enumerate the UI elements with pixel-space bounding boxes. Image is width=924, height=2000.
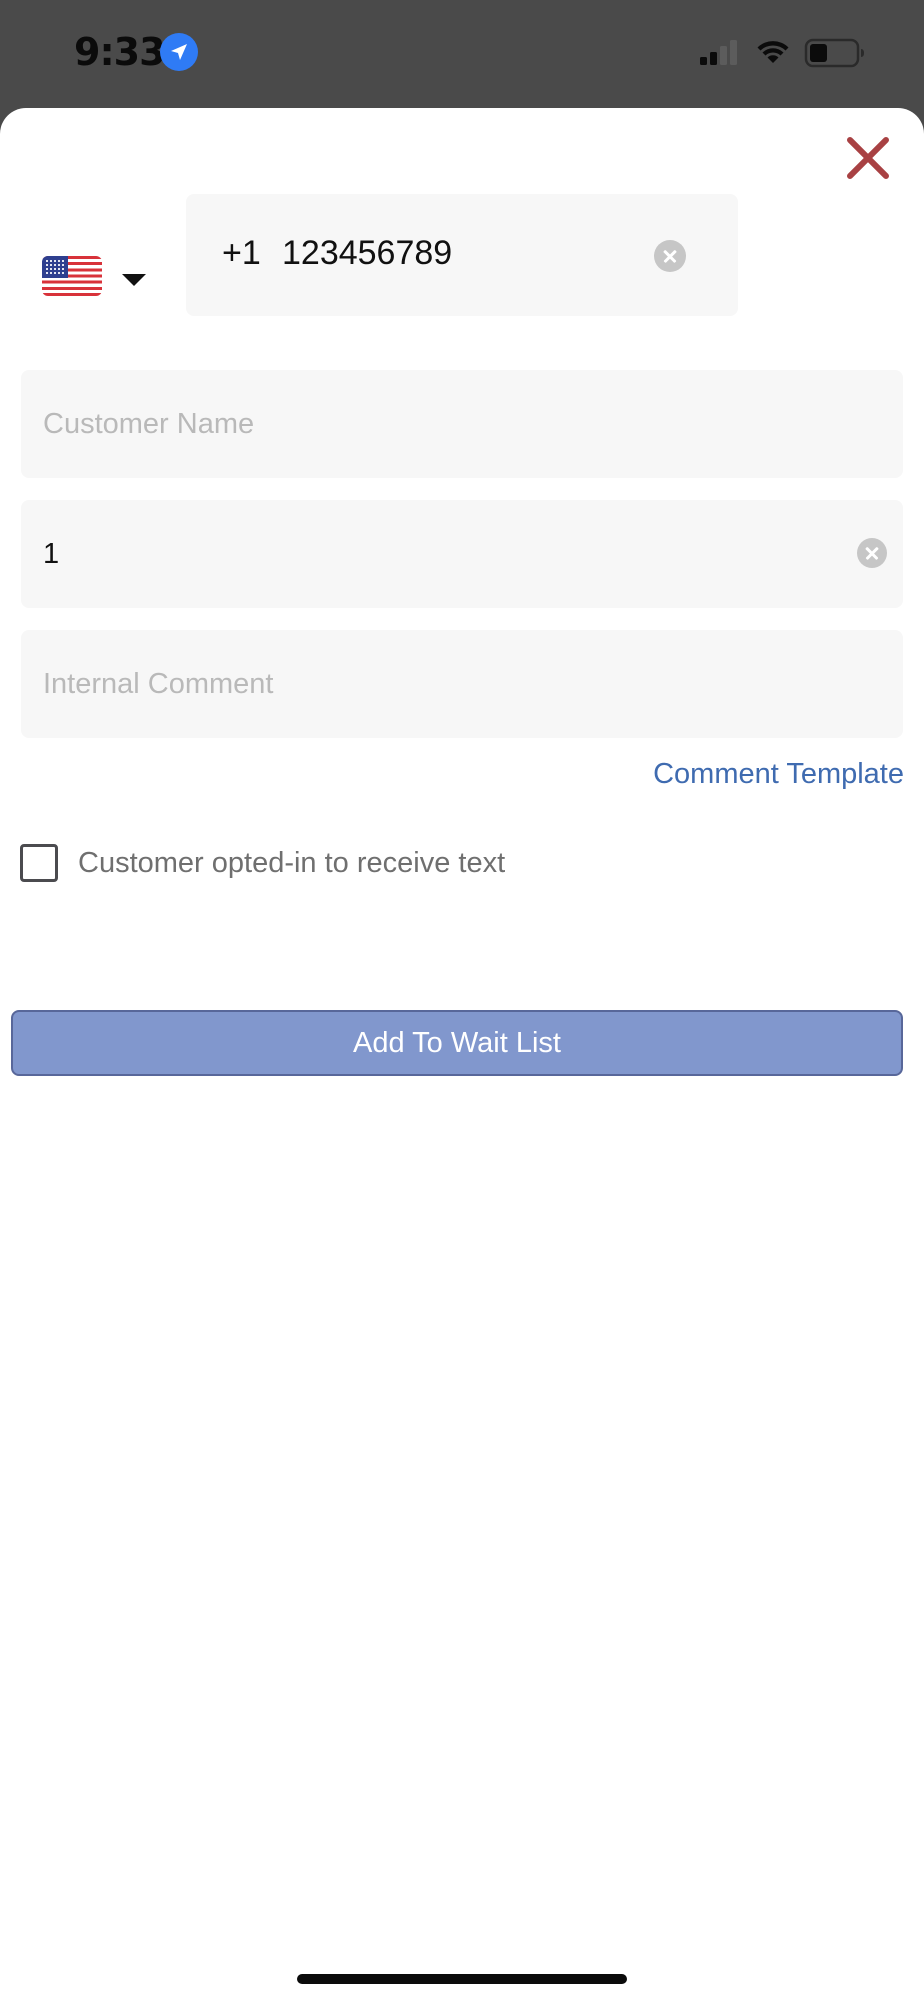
status-bar: 9:33: [0, 0, 924, 108]
clear-party-size-icon[interactable]: [857, 538, 887, 568]
internal-comment-field[interactable]: [21, 630, 903, 738]
comment-template-link[interactable]: Comment Template: [653, 758, 904, 791]
country-selector[interactable]: [36, 236, 156, 316]
home-indicator: [297, 1974, 627, 1984]
add-to-wait-list-button[interactable]: Add To Wait List: [11, 1010, 903, 1076]
caret-down-icon: [122, 274, 146, 286]
party-size-input[interactable]: [43, 534, 823, 574]
party-size-field[interactable]: [21, 500, 903, 608]
phone-number-input[interactable]: [282, 234, 642, 273]
country-code: +1: [222, 234, 261, 272]
customer-name-field[interactable]: [21, 370, 903, 478]
opt-in-checkbox[interactable]: [20, 844, 58, 882]
opt-in-label[interactable]: Customer opted-in to receive text: [78, 847, 505, 880]
close-icon: [847, 137, 889, 179]
customer-name-input[interactable]: [43, 404, 823, 444]
close-button[interactable]: [842, 132, 894, 184]
us-flag-icon: [42, 256, 102, 296]
clear-phone-icon[interactable]: [654, 240, 686, 272]
wifi-icon: [757, 41, 789, 63]
location-arrow-icon: [160, 33, 198, 71]
cellular-signal-icon: [700, 40, 737, 65]
status-time: 9:33: [74, 30, 166, 74]
battery-icon: [804, 38, 864, 68]
phone-field[interactable]: +1: [186, 194, 738, 316]
opt-in-row[interactable]: Customer opted-in to receive text: [20, 844, 620, 884]
internal-comment-input[interactable]: [43, 664, 823, 704]
add-customer-sheet: +1 Comment Template Customer opted-in to…: [0, 108, 924, 2000]
